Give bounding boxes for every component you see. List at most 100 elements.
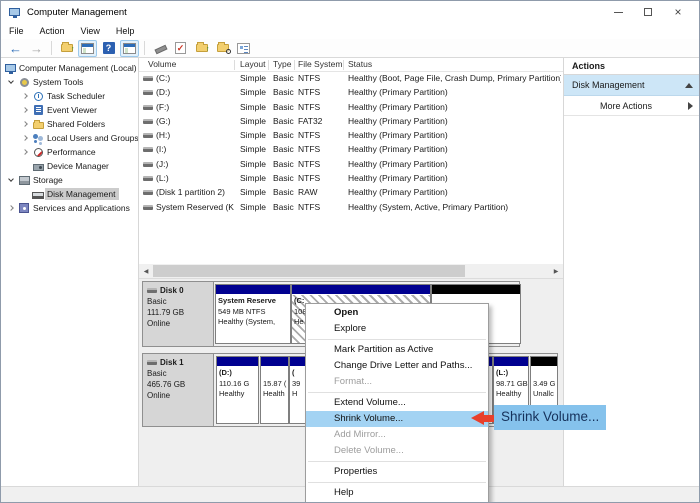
folder-up-icon[interactable]: ↑: [57, 40, 76, 57]
tree-item-event-viewer[interactable]: Event Viewer: [1, 103, 138, 117]
volume-row[interactable]: System Reserved (K:)SimpleBasicNTFSHealt…: [139, 201, 563, 215]
volume-row[interactable]: (H:)SimpleBasicNTFSHealthy (Primary Part…: [139, 129, 563, 143]
tree-item-computer-management-local[interactable]: Computer Management (Local): [1, 61, 138, 75]
minimize-button[interactable]: [603, 1, 633, 23]
volume-row[interactable]: (Disk 1 partition 2)SimpleBasicRAWHealth…: [139, 186, 563, 200]
column-separator[interactable]: [343, 60, 344, 70]
partition-color-band: [217, 357, 258, 367]
collapse-icon[interactable]: [685, 83, 693, 88]
volume-row[interactable]: (J:)SimpleBasicNTFSHealthy (Primary Part…: [139, 158, 563, 172]
volume-status: Healthy (Primary Partition): [348, 130, 561, 140]
help-icon[interactable]: ?: [99, 40, 118, 57]
menu-help[interactable]: Help: [108, 24, 143, 38]
chevron-right-icon[interactable]: [22, 107, 28, 113]
folder-search-icon[interactable]: [213, 40, 232, 57]
tree-item-performance[interactable]: Performance: [1, 145, 138, 159]
chevron-down-icon[interactable]: [8, 176, 14, 182]
column-separator[interactable]: [268, 60, 269, 70]
volume-row[interactable]: (C:)SimpleBasicNTFSHealthy (Boot, Page F…: [139, 72, 563, 86]
back-icon[interactable]: ←: [6, 40, 25, 57]
menu-item-extend-volume[interactable]: Extend Volume...: [306, 395, 488, 411]
menu-action[interactable]: Action: [32, 24, 73, 38]
actions-header: Actions: [564, 58, 700, 75]
close-button[interactable]: ×: [663, 1, 693, 23]
column-header-status[interactable]: Status: [348, 59, 372, 69]
menu-item-properties[interactable]: Properties: [306, 464, 488, 480]
volume-file-system: NTFS: [298, 73, 320, 83]
menu-item-shrink-volume[interactable]: Shrink Volume...: [306, 411, 488, 427]
console-tree-icon[interactable]: [78, 40, 97, 57]
disk-label[interactable]: Disk 0Basic111.79 GBOnline: [143, 282, 214, 346]
menu-file[interactable]: File: [1, 24, 32, 38]
partition[interactable]: (D:)110.16 GHealthy: [216, 356, 259, 424]
menu-item-open[interactable]: Open: [306, 305, 488, 321]
users-icon: [31, 134, 45, 143]
column-header-volume[interactable]: Volume: [148, 59, 176, 69]
partition-info: 3.49 GUnallc: [531, 367, 557, 401]
disk-management-icon: [31, 190, 45, 199]
column-header-layout[interactable]: Layout: [240, 59, 266, 69]
disk-label[interactable]: Disk 1Basic465.76 GBOnline: [143, 354, 214, 426]
partition-color-band: [494, 357, 528, 367]
properties-icon[interactable]: [234, 40, 253, 57]
tree-item-device-manager[interactable]: Device Manager: [1, 159, 138, 173]
tree-item-services-and-applications[interactable]: Services and Applications: [1, 201, 138, 215]
volume-status: Healthy (Primary Partition): [348, 159, 561, 169]
actions-group-disk-management[interactable]: Disk Management: [564, 75, 700, 96]
volume-row[interactable]: (G:)SimpleBasicFAT32Healthy (Primary Par…: [139, 115, 563, 129]
chevron-right-icon[interactable]: [22, 149, 28, 155]
menu-item-mark-partition-as-active[interactable]: Mark Partition as Active: [306, 342, 488, 358]
volume-file-system: NTFS: [298, 87, 320, 97]
chevron-right-icon[interactable]: [22, 135, 28, 141]
tree-item-label: Disk Management: [45, 188, 119, 200]
check-document-icon[interactable]: ✓: [171, 40, 190, 57]
tree-item-local-users-and-groups[interactable]: Local Users and Groups: [1, 131, 138, 145]
horizontal-scrollbar[interactable]: ◀ ▶: [139, 264, 563, 278]
tree-item-disk-management[interactable]: Disk Management: [1, 187, 138, 201]
tree-item-label: Task Scheduler: [45, 90, 108, 102]
scrollbar-thumb[interactable]: [153, 265, 465, 277]
menu-item-change-drive-letter-and-paths[interactable]: Change Drive Letter and Paths...: [306, 358, 488, 374]
chevron-down-icon[interactable]: [8, 78, 14, 84]
menu-view[interactable]: View: [73, 24, 108, 38]
menu-item-explore[interactable]: Explore: [306, 321, 488, 337]
tree-item-system-tools[interactable]: System Tools: [1, 75, 138, 89]
services-icon: [17, 203, 31, 213]
forward-icon[interactable]: →: [27, 40, 46, 57]
column-separator[interactable]: [234, 60, 235, 70]
scroll-left-button[interactable]: ◀: [139, 264, 153, 278]
action-pane-icon[interactable]: [120, 40, 139, 57]
menu-item-help[interactable]: Help: [306, 485, 488, 501]
more-actions-item[interactable]: More Actions: [564, 96, 700, 116]
chevron-right-icon[interactable]: [22, 121, 28, 127]
column-separator[interactable]: [294, 60, 295, 70]
annotation-callout: Shrink Volume...: [494, 405, 606, 430]
volume-row[interactable]: (L:)SimpleBasicNTFSHealthy (Primary Part…: [139, 172, 563, 186]
performance-icon: [31, 148, 45, 157]
tree-item-shared-folders[interactable]: Shared Folders: [1, 117, 138, 131]
volume-type: Basic: [273, 102, 294, 112]
partition-info: [432, 295, 520, 297]
volume-type: Basic: [273, 202, 294, 212]
maximize-button[interactable]: [633, 1, 663, 23]
volume-row[interactable]: (F:)SimpleBasicNTFSHealthy (Primary Part…: [139, 101, 563, 115]
storage-icon: [17, 176, 31, 185]
folder-upload-icon[interactable]: ↑: [192, 40, 211, 57]
volume-row[interactable]: (D:)SimpleBasicNTFSHealthy (Primary Part…: [139, 86, 563, 100]
partition[interactable]: 15.87 (Health: [260, 356, 289, 424]
tool-icon[interactable]: [150, 40, 169, 57]
volume-layout: Simple: [240, 187, 266, 197]
partition[interactable]: System Reserve549 MB NTFSHealthy (System…: [215, 284, 291, 344]
scroll-right-button[interactable]: ▶: [549, 264, 563, 278]
partition-color-band: [432, 285, 520, 295]
column-header-file-system[interactable]: File System: [298, 59, 342, 69]
tree-item-task-scheduler[interactable]: Task Scheduler: [1, 89, 138, 103]
chevron-right-icon[interactable]: [22, 93, 28, 99]
column-header-type[interactable]: Type: [273, 59, 291, 69]
volume-row[interactable]: (I:)SimpleBasicNTFSHealthy (Primary Part…: [139, 143, 563, 157]
tree-item-storage[interactable]: Storage: [1, 173, 138, 187]
shared-folders-icon: [31, 120, 45, 129]
menu-item-format: Format...: [306, 374, 488, 390]
menu-item-delete-volume: Delete Volume...: [306, 443, 488, 459]
chevron-right-icon[interactable]: [8, 205, 14, 211]
